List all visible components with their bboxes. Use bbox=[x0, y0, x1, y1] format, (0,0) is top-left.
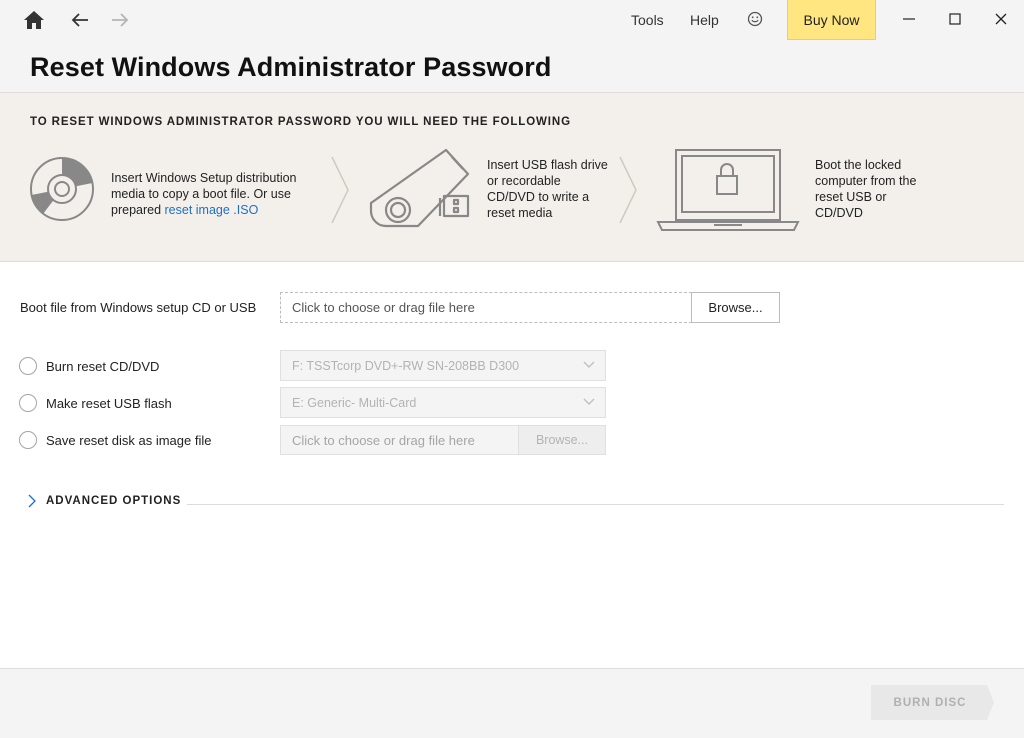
step1-text: Insert Windows Setup distribution media … bbox=[111, 170, 321, 218]
image-file-browse-button: Browse... bbox=[518, 425, 606, 455]
usb-flash-label: Make reset USB flash bbox=[46, 395, 172, 411]
tools-menu[interactable]: Tools bbox=[631, 12, 664, 28]
advanced-divider bbox=[187, 504, 1004, 505]
cd-drive-select: F: TSSTcorp DVD+-RW SN-208BB D300 bbox=[280, 350, 606, 381]
usb-drive-select: E: Generic- Multi-Card bbox=[280, 387, 606, 418]
disc-icon bbox=[30, 157, 94, 221]
usb-drive-value: E: Generic- Multi-Card bbox=[292, 395, 417, 410]
requirements-banner: TO RESET WINDOWS ADMINISTRATOR PASSWORD … bbox=[0, 93, 1024, 262]
maximize-icon bbox=[949, 13, 961, 25]
burn-cd-label: Burn reset CD/DVD bbox=[46, 358, 160, 374]
image-file-dropzone: Click to choose or drag file here bbox=[280, 425, 519, 455]
title-bar: Tools Help Buy Now Reset Windows Adminis… bbox=[0, 0, 1024, 93]
close-button[interactable] bbox=[990, 8, 1012, 30]
cd-drive-value: F: TSSTcorp DVD+-RW SN-208BB D300 bbox=[292, 358, 520, 373]
forward-arrow-icon bbox=[112, 13, 129, 27]
usb-flash-radio[interactable] bbox=[19, 394, 37, 412]
feedback-button[interactable] bbox=[745, 9, 765, 29]
chevron-down-icon bbox=[583, 361, 595, 368]
step2-text: Insert USB flash drive or recordable CD/… bbox=[487, 158, 608, 220]
footer-bar: BURN DISC bbox=[0, 668, 1024, 738]
reset-iso-link[interactable]: reset image .ISO bbox=[165, 203, 259, 217]
forward-button[interactable] bbox=[106, 6, 134, 34]
image-file-radio[interactable] bbox=[19, 431, 37, 449]
buy-now-button[interactable]: Buy Now bbox=[787, 0, 876, 40]
chevron-down-icon bbox=[583, 398, 595, 405]
advanced-options-toggle[interactable]: ADVANCED OPTIONS bbox=[28, 492, 181, 510]
burn-disc-button[interactable]: BURN DISC bbox=[871, 685, 995, 720]
smiley-icon bbox=[747, 11, 763, 27]
burn-cd-option[interactable]: Burn reset CD/DVD bbox=[19, 356, 159, 376]
minimize-icon bbox=[903, 18, 915, 20]
image-file-option[interactable]: Save reset disk as image file bbox=[19, 430, 211, 450]
step3-text: Boot the locked computer from the reset … bbox=[815, 158, 917, 220]
advanced-options-label: ADVANCED OPTIONS bbox=[46, 495, 182, 507]
banner-heading: TO RESET WINDOWS ADMINISTRATOR PASSWORD … bbox=[30, 116, 571, 128]
image-file-label: Save reset disk as image file bbox=[46, 432, 212, 448]
home-icon bbox=[24, 11, 44, 29]
boot-file-label: Boot file from Windows setup CD or USB bbox=[20, 300, 257, 315]
maximize-button[interactable] bbox=[944, 8, 966, 30]
back-button[interactable] bbox=[66, 6, 94, 34]
burn-cd-radio[interactable] bbox=[19, 357, 37, 375]
usb-flash-icon bbox=[369, 148, 470, 228]
back-arrow-icon bbox=[71, 13, 88, 27]
chevron-right-icon bbox=[28, 494, 36, 508]
chevron-right-icon bbox=[331, 156, 349, 224]
locked-laptop-icon bbox=[656, 149, 800, 231]
minimize-button[interactable] bbox=[898, 8, 920, 30]
page-title: Reset Windows Administrator Password bbox=[30, 52, 552, 82]
boot-file-dropzone[interactable]: Click to choose or drag file here bbox=[280, 292, 692, 323]
chevron-right-icon bbox=[619, 156, 637, 224]
home-button[interactable] bbox=[20, 6, 48, 34]
usb-flash-option[interactable]: Make reset USB flash bbox=[19, 393, 172, 413]
boot-file-browse-button[interactable]: Browse... bbox=[691, 292, 780, 323]
burn-disc-label: BURN DISC bbox=[893, 696, 967, 709]
help-menu[interactable]: Help bbox=[690, 12, 719, 28]
close-icon bbox=[995, 13, 1007, 25]
